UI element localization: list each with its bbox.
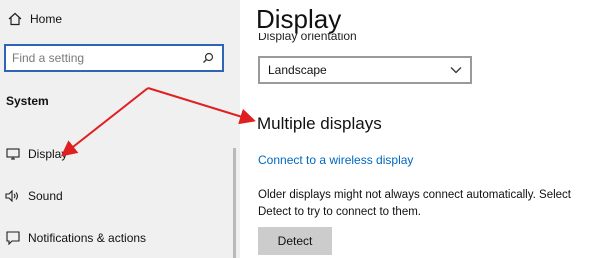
multiple-displays-heading: Multiple displays <box>257 114 382 133</box>
sidebar-item-notifications[interactable]: Notifications & actions <box>4 226 146 250</box>
sidebar-item-label: Notifications & actions <box>28 231 147 245</box>
chevron-down-icon <box>450 63 462 77</box>
main-content: Display Display orientation Landscape Mu… <box>240 0 600 258</box>
orientation-select[interactable]: Landscape <box>258 56 472 84</box>
sidebar-item-sound[interactable]: Sound <box>4 184 63 208</box>
speaker-icon <box>4 190 22 202</box>
orientation-label-text: Display orientation <box>258 33 357 43</box>
wireless-display-link[interactable]: Connect to a wireless display <box>258 153 413 167</box>
nav-home-label: Home <box>30 12 63 26</box>
sidebar: Home System Display <box>0 0 240 258</box>
search-input[interactable] <box>12 51 200 65</box>
sidebar-item-display[interactable]: Display <box>4 142 67 166</box>
sidebar-item-label: Display <box>28 147 68 161</box>
notification-icon <box>4 231 22 245</box>
monitor-icon <box>4 148 22 160</box>
detect-button[interactable]: Detect <box>258 227 332 255</box>
search-box[interactable] <box>4 44 224 72</box>
home-icon <box>6 12 24 26</box>
orientation-label: Display orientation <box>258 33 357 45</box>
search-icon[interactable] <box>200 52 216 64</box>
sidebar-item-label: Sound <box>28 189 63 203</box>
nav-home[interactable]: Home <box>6 8 62 30</box>
sidebar-scrollbar[interactable] <box>233 148 236 258</box>
orientation-select-value: Landscape <box>268 63 327 77</box>
section-label-system: System <box>6 94 49 108</box>
detect-description: Older displays might not always connect … <box>258 189 571 218</box>
page-title: Display <box>256 4 342 34</box>
